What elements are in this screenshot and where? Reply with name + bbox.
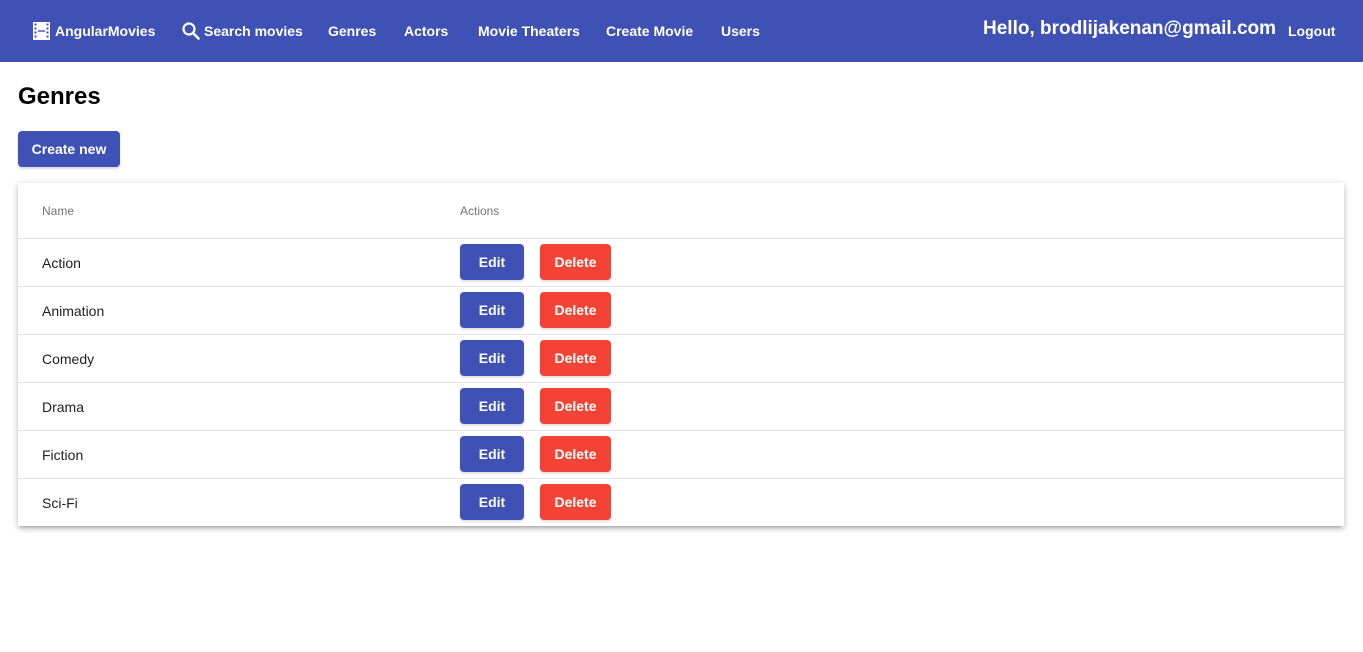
genre-name: Drama (42, 398, 85, 415)
edit-button[interactable]: Edit (460, 484, 524, 520)
table-row: Drama Edit Delete (18, 383, 1344, 431)
delete-button[interactable]: Delete (540, 484, 611, 520)
create-new-button[interactable]: Create new (18, 131, 120, 167)
nav-users[interactable]: Users (721, 0, 760, 62)
table-row: Sci-Fi Edit Delete (18, 479, 1344, 527)
user-greeting: Hello, brodlijakenan@gmail.com (983, 18, 1277, 39)
genre-name: Comedy (42, 350, 95, 367)
page-title: Genres (18, 83, 101, 110)
logout-button[interactable]: Logout (1288, 0, 1335, 62)
top-toolbar: AngularMovies Search movies Genres Actor… (0, 0, 1363, 62)
table-row: Action Edit Delete (18, 239, 1344, 287)
genre-name: Animation (42, 302, 105, 319)
search-icon (182, 22, 200, 40)
brand-link[interactable]: AngularMovies (33, 0, 155, 62)
delete-button[interactable]: Delete (540, 388, 611, 424)
nav-movie-theaters[interactable]: Movie Theaters (478, 0, 580, 62)
nav-search-movies[interactable]: Search movies (182, 0, 303, 62)
genre-name: Action (42, 254, 81, 271)
nav-search-movies-label: Search movies (204, 23, 303, 39)
film-icon (33, 22, 50, 40)
genre-name: Sci-Fi (42, 494, 78, 511)
column-header-name: Name (42, 203, 75, 218)
delete-button[interactable]: Delete (540, 436, 611, 472)
delete-button[interactable]: Delete (540, 340, 611, 376)
nav-actors[interactable]: Actors (404, 0, 448, 62)
edit-button[interactable]: Edit (460, 436, 524, 472)
column-header-actions: Actions (460, 203, 500, 218)
table-header: Name Actions (18, 183, 1344, 239)
table-row: Fiction Edit Delete (18, 431, 1344, 479)
edit-button[interactable]: Edit (460, 292, 524, 328)
brand-label: AngularMovies (55, 23, 156, 39)
genres-table: Name Actions Action Edit Delete Animatio… (18, 183, 1344, 526)
edit-button[interactable]: Edit (460, 340, 524, 376)
genre-name: Fiction (42, 446, 84, 463)
table-row: Comedy Edit Delete (18, 335, 1344, 383)
delete-button[interactable]: Delete (540, 244, 611, 280)
nav-genres[interactable]: Genres (328, 0, 376, 62)
edit-button[interactable]: Edit (460, 388, 524, 424)
table-row: Animation Edit Delete (18, 287, 1344, 335)
delete-button[interactable]: Delete (540, 292, 611, 328)
edit-button[interactable]: Edit (460, 244, 524, 280)
nav-create-movie[interactable]: Create Movie (606, 0, 693, 62)
